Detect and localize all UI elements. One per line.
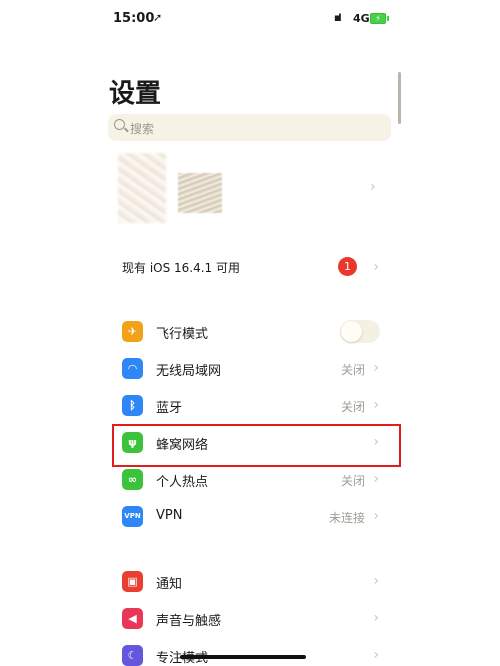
row-label: 蓝牙	[156, 401, 183, 416]
chevron-right-icon: ›	[373, 573, 379, 589]
row-value: 关闭	[340, 363, 365, 377]
notification-icon: ▣	[122, 571, 143, 592]
account-name-redacted	[178, 173, 222, 213]
row-value: 关闭	[340, 474, 365, 488]
row-value: 关闭	[340, 400, 365, 414]
focus-icon: ☾	[122, 645, 143, 666]
vpn-icon: VPN	[122, 506, 143, 527]
chevron-right-icon: ›	[373, 259, 379, 275]
battery-icon: ⚡	[370, 13, 386, 24]
settings-row-bluetooth[interactable]: ᛒ 蓝牙 关闭 ›	[110, 387, 395, 424]
row-label: 无线局域网	[156, 364, 222, 379]
row-label: VPN	[156, 508, 183, 523]
settings-row-vpn[interactable]: VPN VPN 未连接 ›	[110, 498, 395, 535]
battery-cap	[387, 16, 389, 21]
search-icon	[114, 119, 125, 130]
toggle-knob	[341, 321, 362, 342]
row-label: 声音与触感	[156, 614, 222, 629]
status-bar: 15:00 ➚ ıııl 4G ⚡	[0, 0, 500, 38]
apple-id-profile[interactable]: ›	[110, 143, 393, 228]
row-label: 飞行模式	[156, 327, 209, 342]
chevron-right-icon: ›	[373, 610, 379, 626]
chevron-right-icon: ›	[373, 397, 379, 413]
highlight-box	[112, 424, 401, 467]
row-label: 通知	[156, 577, 183, 592]
airplane-icon: ✈	[122, 321, 143, 342]
hotspot-icon: ∞	[122, 469, 143, 490]
search-bar[interactable]: 搜索	[108, 114, 391, 141]
status-time: 15:00	[113, 11, 155, 26]
home-indicator[interactable]	[180, 655, 306, 659]
bluetooth-icon: ᛒ	[122, 395, 143, 416]
signal-icon: ıııl	[334, 13, 342, 24]
page-title: 设置	[109, 79, 162, 109]
settings-row-notifications[interactable]: ▣ 通知 ›	[110, 563, 395, 600]
row-label: 个人热点	[156, 475, 209, 490]
chevron-right-icon: ›	[373, 647, 379, 663]
scroll-indicator[interactable]	[398, 72, 401, 124]
location-icon: ➚	[153, 11, 163, 24]
update-label: 现有 iOS 16.4.1 可用	[122, 261, 241, 275]
sound-icon: ◀	[122, 608, 143, 629]
avatar	[118, 153, 166, 223]
chevron-right-icon: ›	[373, 471, 379, 487]
settings-row-airplane-mode[interactable]: ✈ 飞行模式	[110, 313, 395, 350]
software-update-row[interactable]: 现有 iOS 16.4.1 可用 1 ›	[110, 249, 395, 286]
chevron-right-icon: ›	[370, 179, 376, 195]
settings-row-wifi[interactable]: ◠ 无线局域网 关闭 ›	[110, 350, 395, 387]
chevron-right-icon: ›	[373, 508, 379, 524]
settings-row-focus[interactable]: ☾ 专注模式 ›	[110, 637, 395, 666]
airplane-mode-toggle[interactable]	[340, 320, 380, 343]
update-badge: 1	[338, 257, 357, 276]
chevron-right-icon: ›	[373, 360, 379, 376]
settings-row-sounds[interactable]: ◀ 声音与触感 ›	[110, 600, 395, 637]
network-type: 4G	[353, 12, 370, 25]
wifi-icon: ◠	[122, 358, 143, 379]
row-value: 未连接	[328, 511, 365, 525]
search-placeholder: 搜索	[130, 122, 155, 136]
